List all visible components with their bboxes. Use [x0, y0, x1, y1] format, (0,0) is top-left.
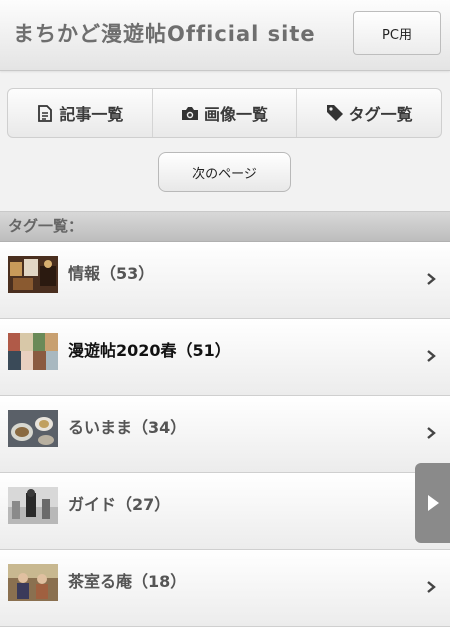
tag-thumbnail — [8, 410, 58, 447]
nav-tags-label: タグ一覧 — [348, 105, 413, 124]
document-icon — [36, 104, 54, 122]
main-nav: 記事一覧 画像一覧 タグ一覧 — [7, 88, 442, 138]
pc-view-button[interactable]: PC用 — [353, 11, 441, 55]
tag-icon — [326, 104, 344, 122]
nav-images-label: 画像一覧 — [204, 105, 269, 124]
tag-thumbnail — [8, 333, 58, 370]
play-arrow-icon — [427, 495, 439, 511]
tag-row-manyucho-2020-spring[interactable]: 漫遊帖2020春（51） — [0, 319, 450, 396]
tag-row-info[interactable]: 情報（53） — [0, 242, 450, 319]
site-title[interactable]: まちかど漫遊帖Official site — [13, 18, 316, 48]
floating-next-button[interactable] — [415, 463, 450, 543]
tag-label: 茶室る庵（18） — [68, 572, 187, 591]
chevron-right-icon — [427, 581, 436, 593]
tag-row-ruimama[interactable]: るいまま（34） — [0, 396, 450, 473]
tag-thumbnail — [8, 256, 58, 293]
tag-label: 漫遊帖2020春（51） — [68, 341, 231, 360]
nav-tags-button[interactable]: タグ一覧 — [297, 89, 441, 137]
nav-images-button[interactable]: 画像一覧 — [153, 89, 298, 137]
next-page-button[interactable]: 次のページ — [158, 152, 291, 192]
chevron-right-icon — [427, 350, 436, 362]
section-title: タグ一覧： — [0, 211, 450, 242]
chevron-right-icon — [427, 427, 436, 439]
chevron-right-icon — [427, 273, 436, 285]
nav-articles-label: 記事一覧 — [59, 105, 124, 124]
tag-list: 情報（53） 漫遊帖2020春（51） るいまま（34） ガイド（27） 茶室る… — [0, 242, 450, 627]
tag-label: ガイド（27） — [68, 495, 171, 514]
site-header: まちかど漫遊帖Official site PC用 — [0, 0, 450, 71]
tag-thumbnail — [8, 487, 58, 524]
camera-icon — [181, 104, 199, 122]
tag-row-guide[interactable]: ガイド（27） — [0, 473, 450, 550]
tag-label: るいまま（34） — [68, 418, 187, 437]
tag-row-chashitsu-ruan[interactable]: 茶室る庵（18） — [0, 550, 450, 627]
nav-articles-button[interactable]: 記事一覧 — [8, 89, 153, 137]
tag-label: 情報（53） — [68, 264, 155, 283]
tag-thumbnail — [8, 564, 58, 601]
